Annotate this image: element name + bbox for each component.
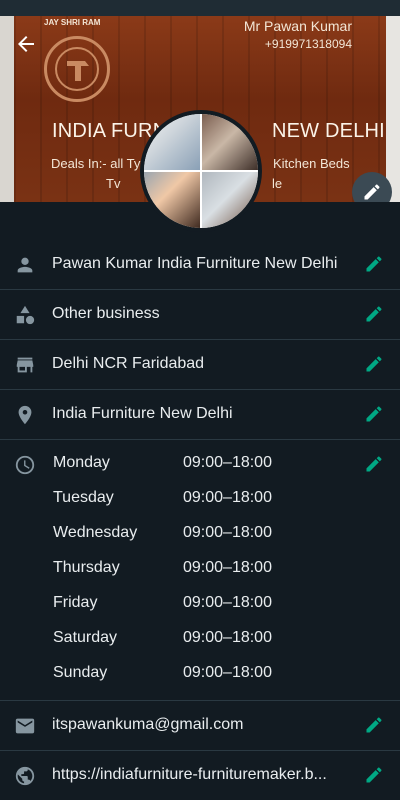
- store-icon: [14, 354, 36, 376]
- edit-area-pencil-icon[interactable]: [364, 354, 384, 374]
- avatar-photo-person: [144, 172, 200, 228]
- business-category: Other business: [52, 305, 160, 322]
- pencil-icon: [364, 184, 380, 200]
- hours-day-tuesday: Tuesday: [53, 489, 114, 506]
- area-row[interactable]: Delhi NCR Faridabad: [0, 340, 400, 390]
- name-row[interactable]: Pawan Kumar India Furniture New Delhi: [0, 240, 400, 290]
- hours-time-tuesday: 09:00–18:00: [183, 489, 272, 506]
- cover-slogan: JAY SHRI RAM: [44, 18, 101, 27]
- shapes-icon: [14, 304, 36, 326]
- business-hours-row[interactable]: Monday 09:00–18:00 Tuesday 09:00–18:00 W…: [0, 440, 400, 701]
- business-address: India Furniture New Delhi: [52, 405, 233, 422]
- hours-time-saturday: 09:00–18:00: [183, 629, 272, 646]
- business-email: itspawankuma@gmail.com: [52, 716, 244, 733]
- profile-avatar[interactable]: [140, 110, 262, 232]
- business-area: Delhi NCR Faridabad: [52, 355, 205, 372]
- edit-category-pencil-icon[interactable]: [364, 304, 384, 324]
- category-row[interactable]: Other business: [0, 290, 400, 340]
- hours-time-thursday: 09:00–18:00: [183, 559, 272, 576]
- hours-day-sunday: Sunday: [53, 664, 108, 681]
- email-icon: [14, 715, 36, 737]
- cover-photo-left-edge: [0, 16, 14, 202]
- hours-day-saturday: Saturday: [53, 629, 118, 646]
- website-row[interactable]: https://indiafurniture-furnituremaker.b.…: [0, 751, 400, 800]
- hours-day-thursday: Thursday: [53, 559, 120, 576]
- hours-time-sunday: 09:00–18:00: [183, 664, 272, 681]
- avatar-photo-tv-unit: [202, 172, 258, 228]
- hours-day-wednesday: Wednesday: [53, 524, 138, 541]
- address-row[interactable]: India Furniture New Delhi: [0, 390, 400, 440]
- edit-hours-pencil-icon[interactable]: [364, 454, 384, 474]
- hammer-logo-icon: [44, 36, 110, 102]
- edit-website-pencil-icon[interactable]: [364, 765, 384, 785]
- cover-photo-right-edge: [386, 16, 400, 202]
- business-website: https://indiafurniture-furnituremaker.b.…: [52, 766, 327, 783]
- edit-address-pencil-icon[interactable]: [364, 404, 384, 424]
- person-icon: [14, 254, 36, 276]
- globe-icon: [14, 765, 36, 787]
- cover-line3-right: le: [272, 176, 283, 191]
- edit-name-pencil-icon[interactable]: [364, 254, 384, 274]
- hours-time-monday: 09:00–18:00: [183, 454, 272, 471]
- hours-day-monday: Monday: [53, 454, 110, 471]
- hours-day-friday: Friday: [53, 594, 98, 611]
- profile-details: Pawan Kumar India Furniture New Delhi Ot…: [0, 240, 400, 800]
- status-bar: [0, 0, 400, 16]
- hours-time-friday: 09:00–18:00: [183, 594, 272, 611]
- location-pin-icon: [14, 404, 36, 426]
- clock-icon: [14, 454, 36, 476]
- cover-deals-right: Kitchen Beds: [273, 156, 350, 171]
- hours-time-wednesday: 09:00–18:00: [183, 524, 272, 541]
- cover-shop-name-right: NEW DELHI: [272, 120, 385, 142]
- cover-deals-left: Deals In:- all Ty: [51, 156, 141, 171]
- email-row[interactable]: itspawankuma@gmail.com: [0, 701, 400, 751]
- cover-phone: +919971318094: [264, 37, 352, 51]
- business-name: Pawan Kumar India Furniture New Delhi: [52, 255, 338, 272]
- cover-owner-name: Mr Pawan Kumar: [243, 18, 352, 34]
- cover-line3-left: Tv: [106, 176, 121, 191]
- edit-email-pencil-icon[interactable]: [364, 715, 384, 735]
- back-arrow-icon[interactable]: [14, 32, 38, 56]
